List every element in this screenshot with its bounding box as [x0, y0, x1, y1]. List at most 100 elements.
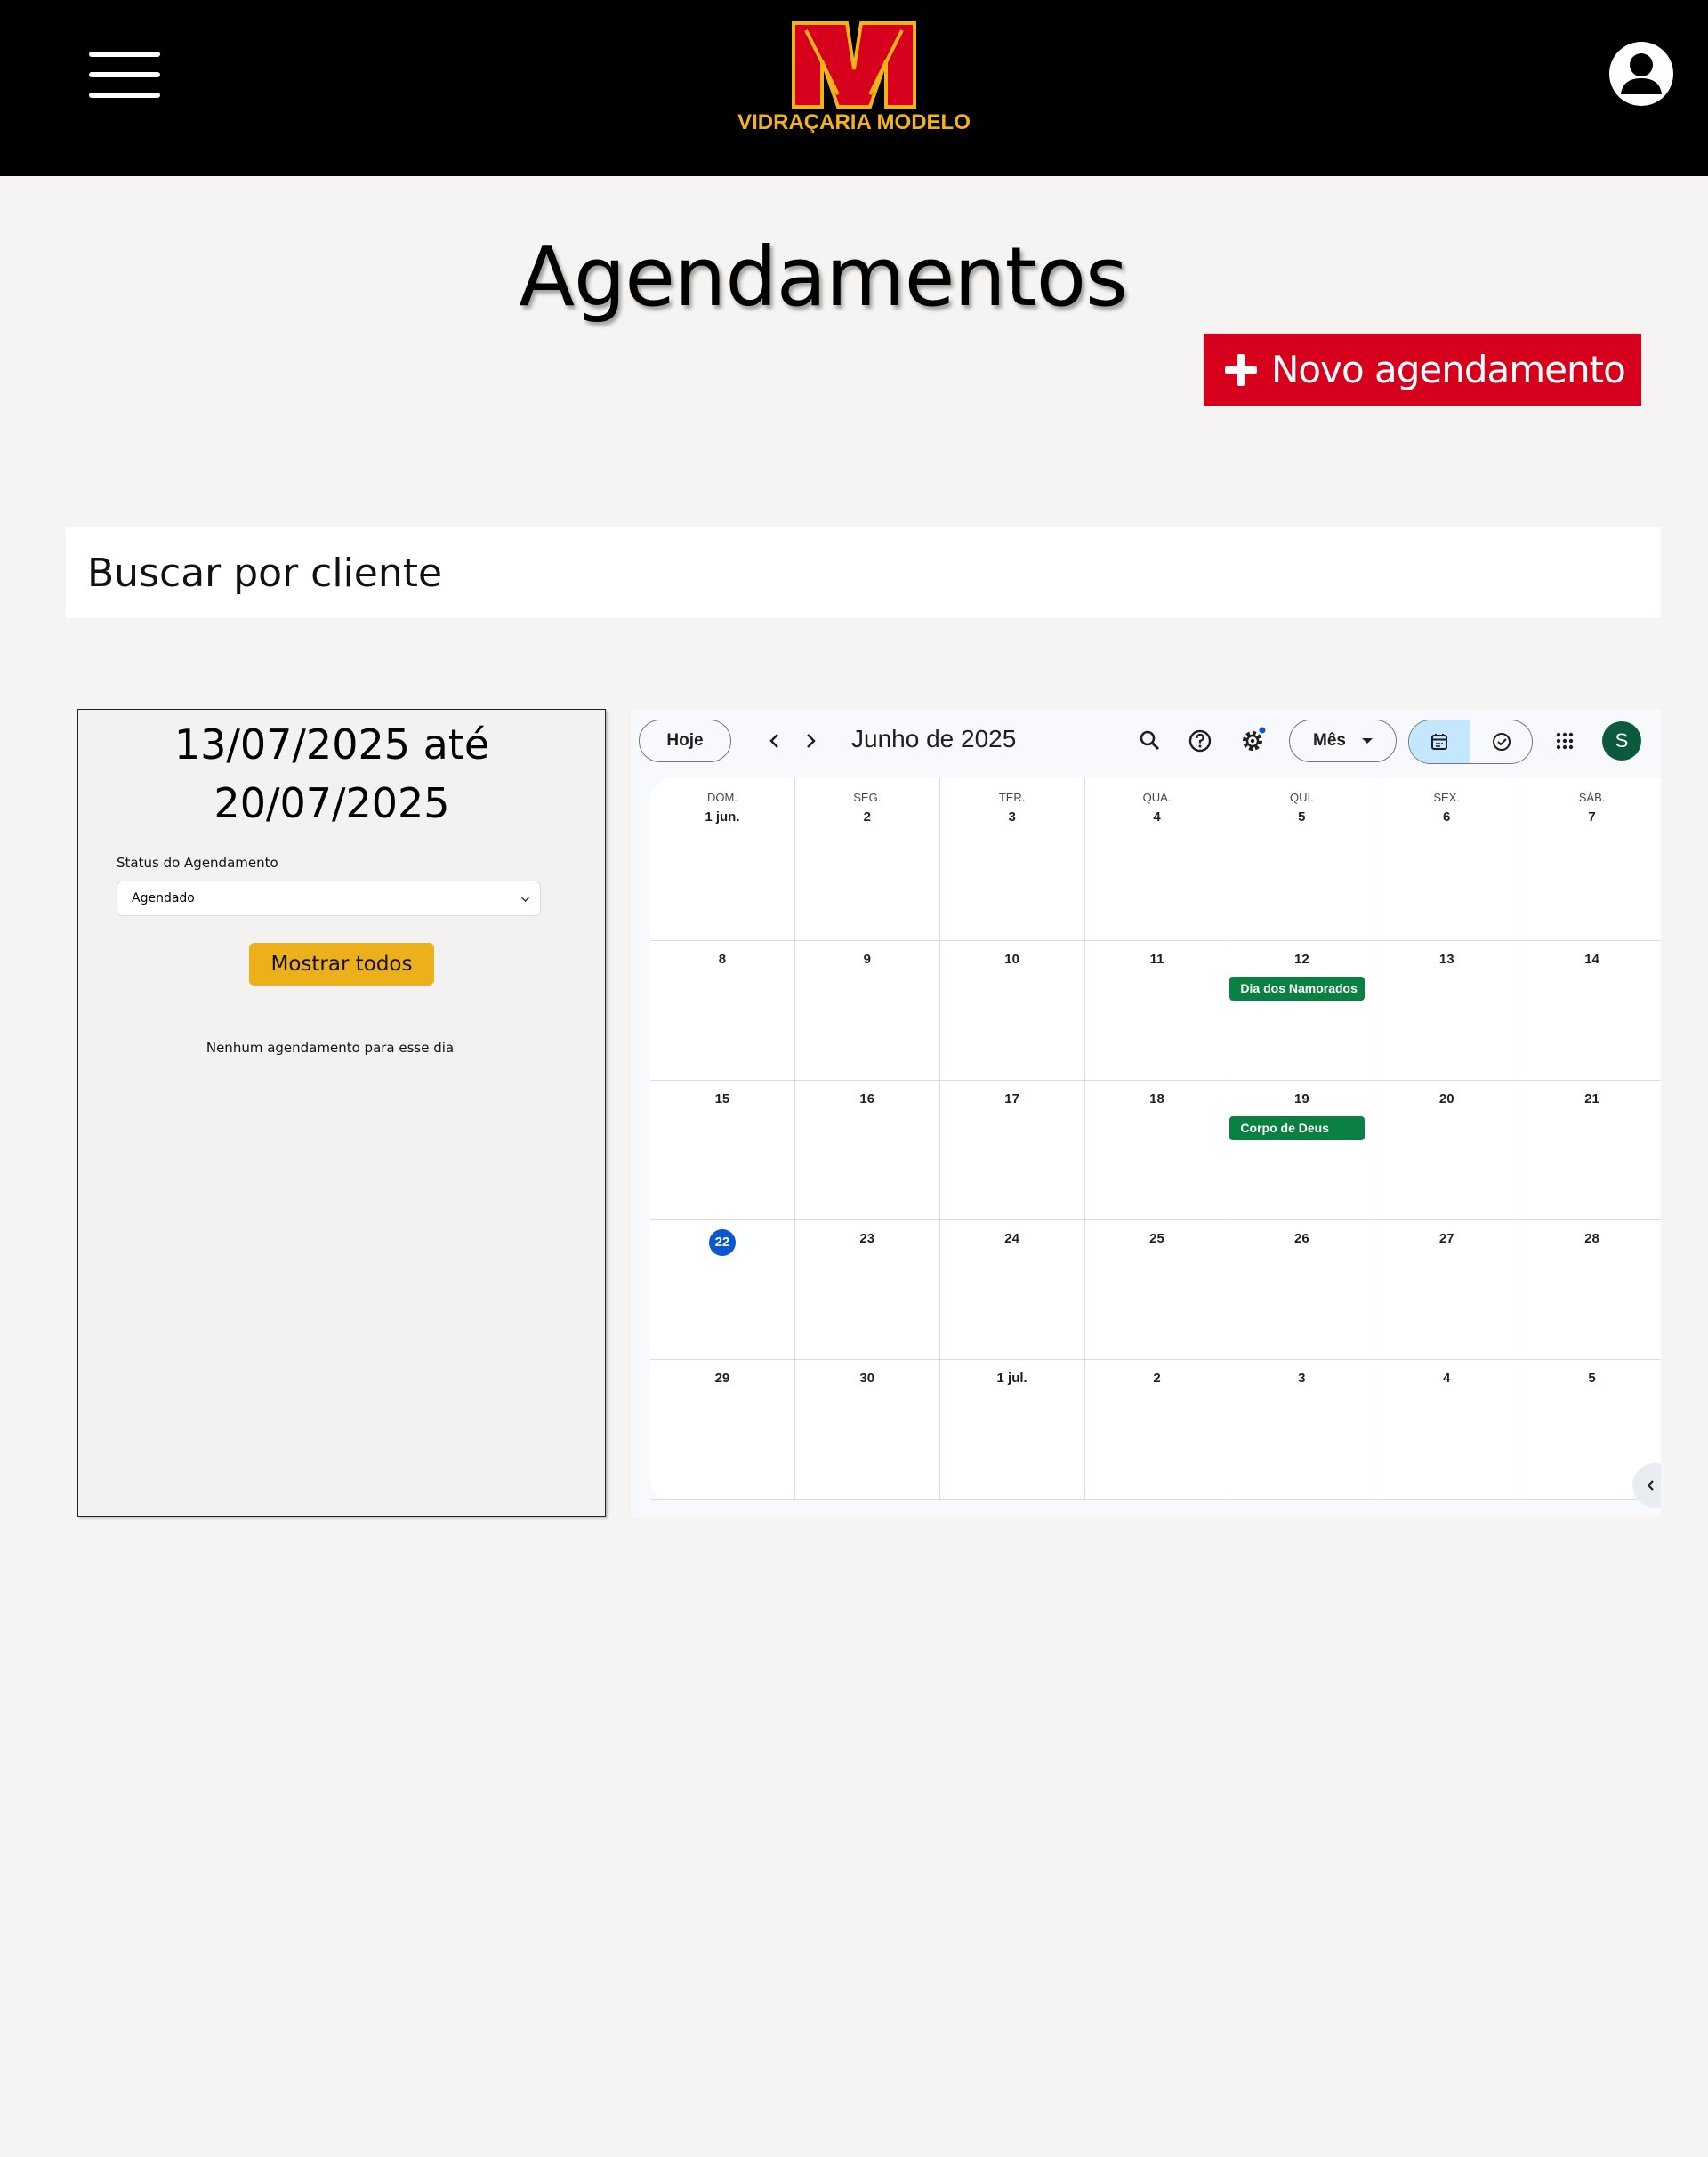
new-appointment-button[interactable]: Novo agendamento: [1204, 334, 1641, 406]
top-navbar: VIDRAÇARIA MODELO: [0, 0, 1708, 176]
day-cell[interactable]: 26: [1229, 1220, 1375, 1360]
day-cell[interactable]: 10: [939, 941, 1085, 1081]
weekday-label: QUI.: [1289, 791, 1314, 804]
day-number: 21: [1584, 1091, 1599, 1107]
day-number: 29: [714, 1371, 730, 1386]
day-number: 14: [1584, 952, 1599, 967]
day-cell[interactable]: QUI. 5: [1229, 778, 1375, 941]
day-cell[interactable]: 22: [650, 1220, 795, 1360]
date-range: 13/07/2025 até 20/07/2025: [78, 715, 585, 833]
account-avatar[interactable]: S: [1602, 721, 1641, 761]
day-cell[interactable]: SEX. 6: [1374, 778, 1520, 941]
calendar-widget: Hoje Junho de 2025 Mês S DOM. 1 jun. SEG…: [631, 709, 1661, 1517]
day-number: 27: [1438, 1231, 1454, 1246]
day-cell[interactable]: 25: [1084, 1220, 1230, 1360]
day-number: 15: [714, 1091, 730, 1107]
day-number: 8: [718, 952, 727, 967]
client-search-input[interactable]: [66, 527, 1661, 618]
day-cell[interactable]: 11: [1084, 941, 1230, 1081]
search-icon[interactable]: [1134, 725, 1166, 757]
calendar-event[interactable]: Dia dos Namorados: [1229, 977, 1366, 1001]
chevron-down-icon: [521, 894, 529, 902]
day-cell[interactable]: 23: [794, 1220, 940, 1360]
day-cell[interactable]: 24: [939, 1220, 1085, 1360]
day-cell[interactable]: 19 Corpo de Deus: [1229, 1081, 1375, 1220]
day-cell[interactable]: 14: [1519, 941, 1661, 1081]
prev-month-icon[interactable]: [762, 728, 787, 753]
day-cell[interactable]: 3: [1229, 1360, 1375, 1500]
calendar-event[interactable]: Corpo de Deus: [1229, 1116, 1366, 1140]
status-select-value: Agendado: [132, 891, 195, 905]
user-profile-icon[interactable]: [1608, 41, 1674, 107]
day-cell[interactable]: 9: [794, 941, 940, 1081]
day-number: 2: [1153, 1371, 1161, 1386]
today-button[interactable]: Hoje: [639, 720, 731, 762]
weekday-label: DOM.: [706, 791, 737, 804]
day-number: 17: [1004, 1091, 1019, 1107]
weekday-label: SEX.: [1433, 791, 1461, 804]
month-grid: DOM. 1 jun. SEG. 2 TER. 3 QUA. 4 QUI. 5 SEX. 6 SÁB. 7…: [650, 778, 1661, 1500]
day-cell[interactable]: QUA. 4: [1084, 778, 1230, 941]
today-date-badge: 22: [708, 1229, 736, 1256]
day-cell[interactable]: TER. 3: [939, 778, 1085, 941]
day-number: 18: [1149, 1091, 1164, 1107]
day-cell[interactable]: DOM. 1 jun.: [650, 778, 795, 941]
day-cell[interactable]: 27: [1374, 1220, 1520, 1360]
day-cell[interactable]: 16: [794, 1081, 940, 1220]
apps-grid-icon[interactable]: [1549, 725, 1581, 757]
day-number: 12: [1294, 952, 1309, 967]
day-cell[interactable]: 13: [1374, 941, 1520, 1081]
day-cell[interactable]: 8: [650, 941, 795, 1081]
day-cell[interactable]: SEG. 2: [794, 778, 940, 941]
plus-icon: [1225, 353, 1257, 386]
day-cell[interactable]: 18: [1084, 1081, 1230, 1220]
calendar-toolbar: Hoje Junho de 2025 Mês S: [631, 709, 1661, 773]
day-number: 9: [863, 952, 871, 967]
weekday-label: SEG.: [853, 791, 882, 804]
day-number: 20: [1438, 1091, 1454, 1107]
collapse-panel-icon[interactable]: [1632, 1463, 1661, 1508]
page-title: Agendamentos: [519, 229, 1128, 325]
calendar-view-icon[interactable]: [1409, 720, 1470, 763]
brand-logo[interactable]: VIDRAÇARIA MODELO: [729, 18, 979, 142]
day-cell[interactable]: 2: [1084, 1360, 1230, 1500]
day-number: 13: [1438, 952, 1454, 967]
day-number: 1 jun.: [705, 809, 740, 825]
day-cell[interactable]: 21: [1519, 1081, 1661, 1220]
tasks-view-icon[interactable]: [1470, 720, 1532, 763]
day-number: 30: [859, 1371, 875, 1386]
weekday-label: QUA.: [1142, 791, 1172, 804]
show-all-button[interactable]: Mostrar todos: [249, 943, 434, 986]
status-label: Status do Agendamento: [117, 855, 278, 871]
brand-name: VIDRAÇARIA MODELO: [737, 110, 971, 134]
day-cell[interactable]: 28: [1519, 1220, 1661, 1360]
day-number: 23: [859, 1231, 875, 1246]
settings-icon[interactable]: [1237, 725, 1269, 757]
day-cell[interactable]: 29: [650, 1360, 795, 1500]
day-number: 3: [1008, 809, 1016, 825]
day-cell[interactable]: 20: [1374, 1081, 1520, 1220]
day-cell[interactable]: 17: [939, 1081, 1085, 1220]
date-range-start: 13/07/2025 até: [173, 720, 490, 769]
day-cell[interactable]: 4: [1374, 1360, 1520, 1500]
new-appointment-label: Novo agendamento: [1271, 348, 1626, 391]
next-month-icon[interactable]: [798, 728, 823, 753]
day-number: 5: [1588, 1371, 1596, 1386]
weekday-label: TER.: [998, 791, 1026, 804]
day-number: 5: [1298, 809, 1306, 825]
day-number: 2: [863, 809, 871, 825]
dropdown-caret-icon: [1361, 738, 1373, 744]
help-icon[interactable]: [1184, 725, 1216, 757]
menu-icon[interactable]: [89, 52, 160, 98]
day-cell[interactable]: SÁB. 7: [1519, 778, 1661, 941]
day-number: 4: [1443, 1371, 1451, 1386]
weekday-label: SÁB.: [1578, 791, 1606, 804]
view-select[interactable]: Mês: [1289, 720, 1397, 762]
day-cell[interactable]: 12 Dia dos Namorados: [1229, 941, 1375, 1081]
day-cell[interactable]: 30: [794, 1360, 940, 1500]
month-title: Junho de 2025: [851, 725, 1017, 753]
day-number: 16: [859, 1091, 875, 1107]
status-select[interactable]: Agendado: [117, 881, 541, 916]
day-cell[interactable]: 15: [650, 1081, 795, 1220]
day-cell[interactable]: 1 jul.: [939, 1360, 1085, 1500]
